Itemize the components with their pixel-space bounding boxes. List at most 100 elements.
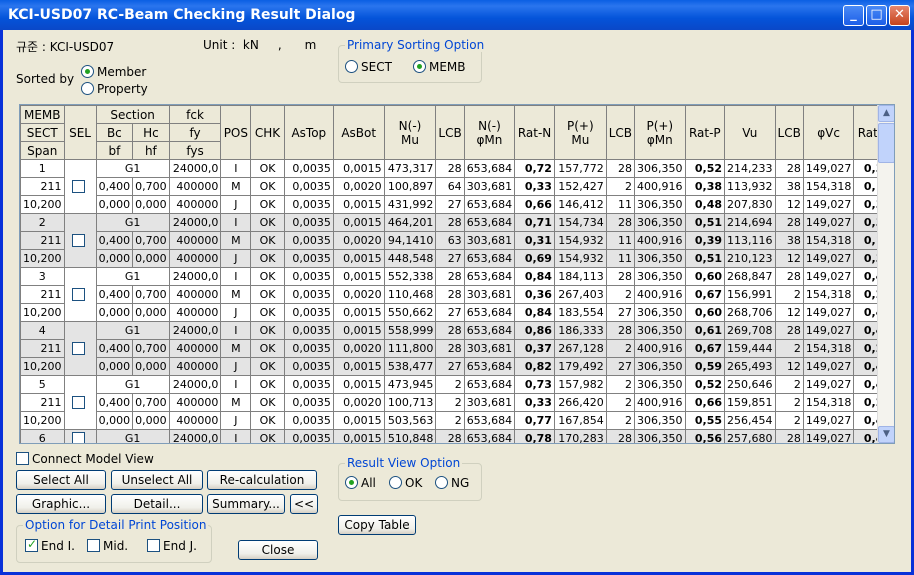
- table-row[interactable]: 211 0,400 0,700 400000 M OK 0,0035 0,0020 111,80…: [20, 339, 894, 358]
- col-sel[interactable]: SEL: [63, 105, 97, 160]
- end-i-checkbox[interactable]: End I.: [25, 537, 75, 553]
- summary-button[interactable]: Summary...: [207, 494, 285, 514]
- col-section[interactable]: Section: [95, 105, 170, 124]
- col-bf[interactable]: bf: [95, 141, 134, 160]
- table-row[interactable]: 10,200 0,000 0,000 400000 J OK 0,0035 0,0015 503…: [20, 411, 894, 430]
- scroll-thumb[interactable]: [878, 123, 894, 163]
- select-cell[interactable]: [63, 375, 97, 430]
- sort-sect-radio[interactable]: SECT: [345, 60, 392, 74]
- table-row[interactable]: 211 0,400 0,700 400000 M OK 0,0035 0,0020 110,46…: [20, 285, 894, 304]
- col-p-mu[interactable]: P(+) Mu: [553, 105, 607, 160]
- result-grid: MEMB SEL Section fck POS CHK AsTop AsBot…: [20, 105, 894, 443]
- maximize-button[interactable]: □: [866, 5, 887, 26]
- mid-checkbox[interactable]: Mid.: [87, 539, 128, 553]
- table-row[interactable]: 4 G1 24000,0 I OK 0,0035 0,0015 558,999 28 653,68…: [20, 321, 894, 376]
- scroll-up-icon[interactable]: ▲: [878, 105, 894, 122]
- copy-table-button[interactable]: Copy Table: [338, 515, 416, 535]
- result-cell: 2: [774, 339, 804, 358]
- row-select-checkbox[interactable]: [72, 431, 86, 443]
- table-row[interactable]: 3 G1 24000,0 I OK 0,0035 0,0015 552,338 28 653,68…: [20, 267, 894, 322]
- table-row[interactable]: 5 G1 24000,0 I OK 0,0035 0,0015 473,945 2 653,684…: [20, 375, 894, 430]
- col-pos[interactable]: POS: [220, 105, 252, 160]
- table-row[interactable]: 1 G1 24000,0 I OK 0,0035 0,0015 473,317 28 653,68…: [20, 159, 894, 214]
- row-select-checkbox[interactable]: [72, 233, 86, 247]
- col-rat-n[interactable]: Rat-N: [514, 105, 555, 160]
- sort-property-radio[interactable]: Property: [81, 82, 148, 96]
- row-select-checkbox[interactable]: [72, 395, 86, 409]
- view-all-radio[interactable]: All: [345, 476, 376, 490]
- result-cell: 0,67: [684, 285, 726, 304]
- result-cell: 27: [435, 195, 465, 214]
- col-sect[interactable]: SECT: [20, 123, 65, 142]
- col-rat-p[interactable]: Rat-P: [684, 105, 726, 160]
- table-row[interactable]: 10,200 0,000 0,000 400000 J OK 0,0035 0,0015 431…: [20, 195, 894, 214]
- col-p-phimn[interactable]: P(+) φMn: [634, 105, 686, 160]
- select-cell[interactable]: [63, 159, 97, 214]
- table-row[interactable]: 211 0,400 0,700 400000 M OK 0,0035 0,0020 94,141…: [20, 231, 894, 250]
- result-cell: 28: [435, 213, 465, 232]
- row-select-checkbox[interactable]: [72, 179, 86, 193]
- col-hc[interactable]: Hc: [132, 123, 170, 142]
- memb-cell: 2: [20, 213, 65, 232]
- section-name-cell: G1: [95, 267, 170, 286]
- col-span[interactable]: Span: [20, 141, 65, 160]
- recalculation-button[interactable]: Re-calculation: [207, 470, 317, 490]
- result-cell: 0,0035: [283, 339, 334, 358]
- col-phivc[interactable]: φVc: [802, 105, 855, 160]
- table-row[interactable]: 2 G1 24000,0 I OK 0,0035 0,0015 464,201 28 653,68…: [20, 213, 894, 268]
- result-cell: 186,333: [553, 321, 607, 340]
- sort-member-radio[interactable]: Member: [81, 65, 146, 79]
- close-window-button[interactable]: ✕: [889, 5, 910, 26]
- col-lcb-n[interactable]: LCB: [435, 105, 465, 160]
- vertical-scrollbar[interactable]: ▲ ▼: [877, 105, 894, 443]
- detail-button[interactable]: Detail...: [111, 494, 203, 514]
- row-select-checkbox[interactable]: [72, 341, 86, 355]
- col-n-phimn[interactable]: N(-) φMn: [463, 105, 516, 160]
- table-row[interactable]: 10,200 0,000 0,000 400000 J OK 0,0035 0,0015 538…: [20, 357, 894, 376]
- connect-model-view-checkbox[interactable]: Connect Model View: [16, 452, 154, 466]
- fck-cell: 24000,0: [168, 321, 222, 340]
- col-fys[interactable]: fys: [168, 141, 222, 160]
- col-fck[interactable]: fck: [168, 105, 222, 124]
- table-row[interactable]: 211 0,400 0,700 400000 M OK 0,0035 0,0020 100,89…: [20, 177, 894, 196]
- scroll-down-icon[interactable]: ▼: [878, 426, 894, 443]
- result-table[interactable]: MEMB SEL Section fck POS CHK AsTop AsBot…: [19, 104, 895, 444]
- view-ng-radio[interactable]: NG: [435, 476, 469, 490]
- col-asbot[interactable]: AsBot: [332, 105, 385, 160]
- table-row[interactable]: 10,200 0,000 0,000 400000 J OK 0,0035 0,0015 550…: [20, 303, 894, 322]
- col-n-mu[interactable]: N(-) Mu: [383, 105, 437, 160]
- minimize-button[interactable]: _: [843, 5, 864, 26]
- col-memb[interactable]: MEMB: [20, 105, 65, 124]
- col-lcb-p[interactable]: LCB: [605, 105, 636, 160]
- col-hf[interactable]: hf: [132, 141, 170, 160]
- col-bc[interactable]: Bc: [95, 123, 134, 142]
- select-cell[interactable]: [63, 321, 97, 376]
- span-cell: 10,200: [20, 411, 65, 430]
- end-j-checkbox[interactable]: End J.: [147, 539, 197, 553]
- view-ok-radio[interactable]: OK: [389, 476, 422, 490]
- collapse-button[interactable]: <<: [290, 494, 318, 514]
- col-chk[interactable]: CHK: [250, 105, 285, 160]
- unselect-all-button[interactable]: Unselect All: [111, 470, 203, 490]
- sort-memb-radio[interactable]: MEMB: [413, 60, 466, 74]
- result-cell: 303,681: [463, 285, 516, 304]
- table-row[interactable]: 6 G1 24000,0 I OK 0,0035 0,0015 510,848 28 653,68…: [20, 429, 894, 443]
- result-cell: 0,0015: [332, 249, 385, 268]
- select-cell[interactable]: [63, 213, 97, 268]
- fck-cell: 24000,0: [168, 159, 222, 178]
- result-cell: 0,0020: [332, 177, 385, 196]
- col-astop[interactable]: AsTop: [283, 105, 334, 160]
- select-all-button[interactable]: Select All: [16, 470, 106, 490]
- col-lcb-v[interactable]: LCB: [774, 105, 804, 160]
- graphic-button[interactable]: Graphic...: [16, 494, 106, 514]
- result-cell: 154,318: [802, 339, 855, 358]
- title-bar[interactable]: KCI-USD07 RC-Beam Checking Result Dialog: [0, 0, 914, 30]
- table-row[interactable]: 10,200 0,000 0,000 400000 J OK 0,0035 0,0015 448…: [20, 249, 894, 268]
- col-vu[interactable]: Vu: [724, 105, 776, 160]
- col-fy[interactable]: fy: [168, 123, 222, 142]
- select-cell[interactable]: [63, 429, 97, 443]
- row-select-checkbox[interactable]: [72, 287, 86, 301]
- close-button[interactable]: Close: [238, 540, 318, 560]
- table-row[interactable]: 211 0,400 0,700 400000 M OK 0,0035 0,0020 100,71…: [20, 393, 894, 412]
- select-cell[interactable]: [63, 267, 97, 322]
